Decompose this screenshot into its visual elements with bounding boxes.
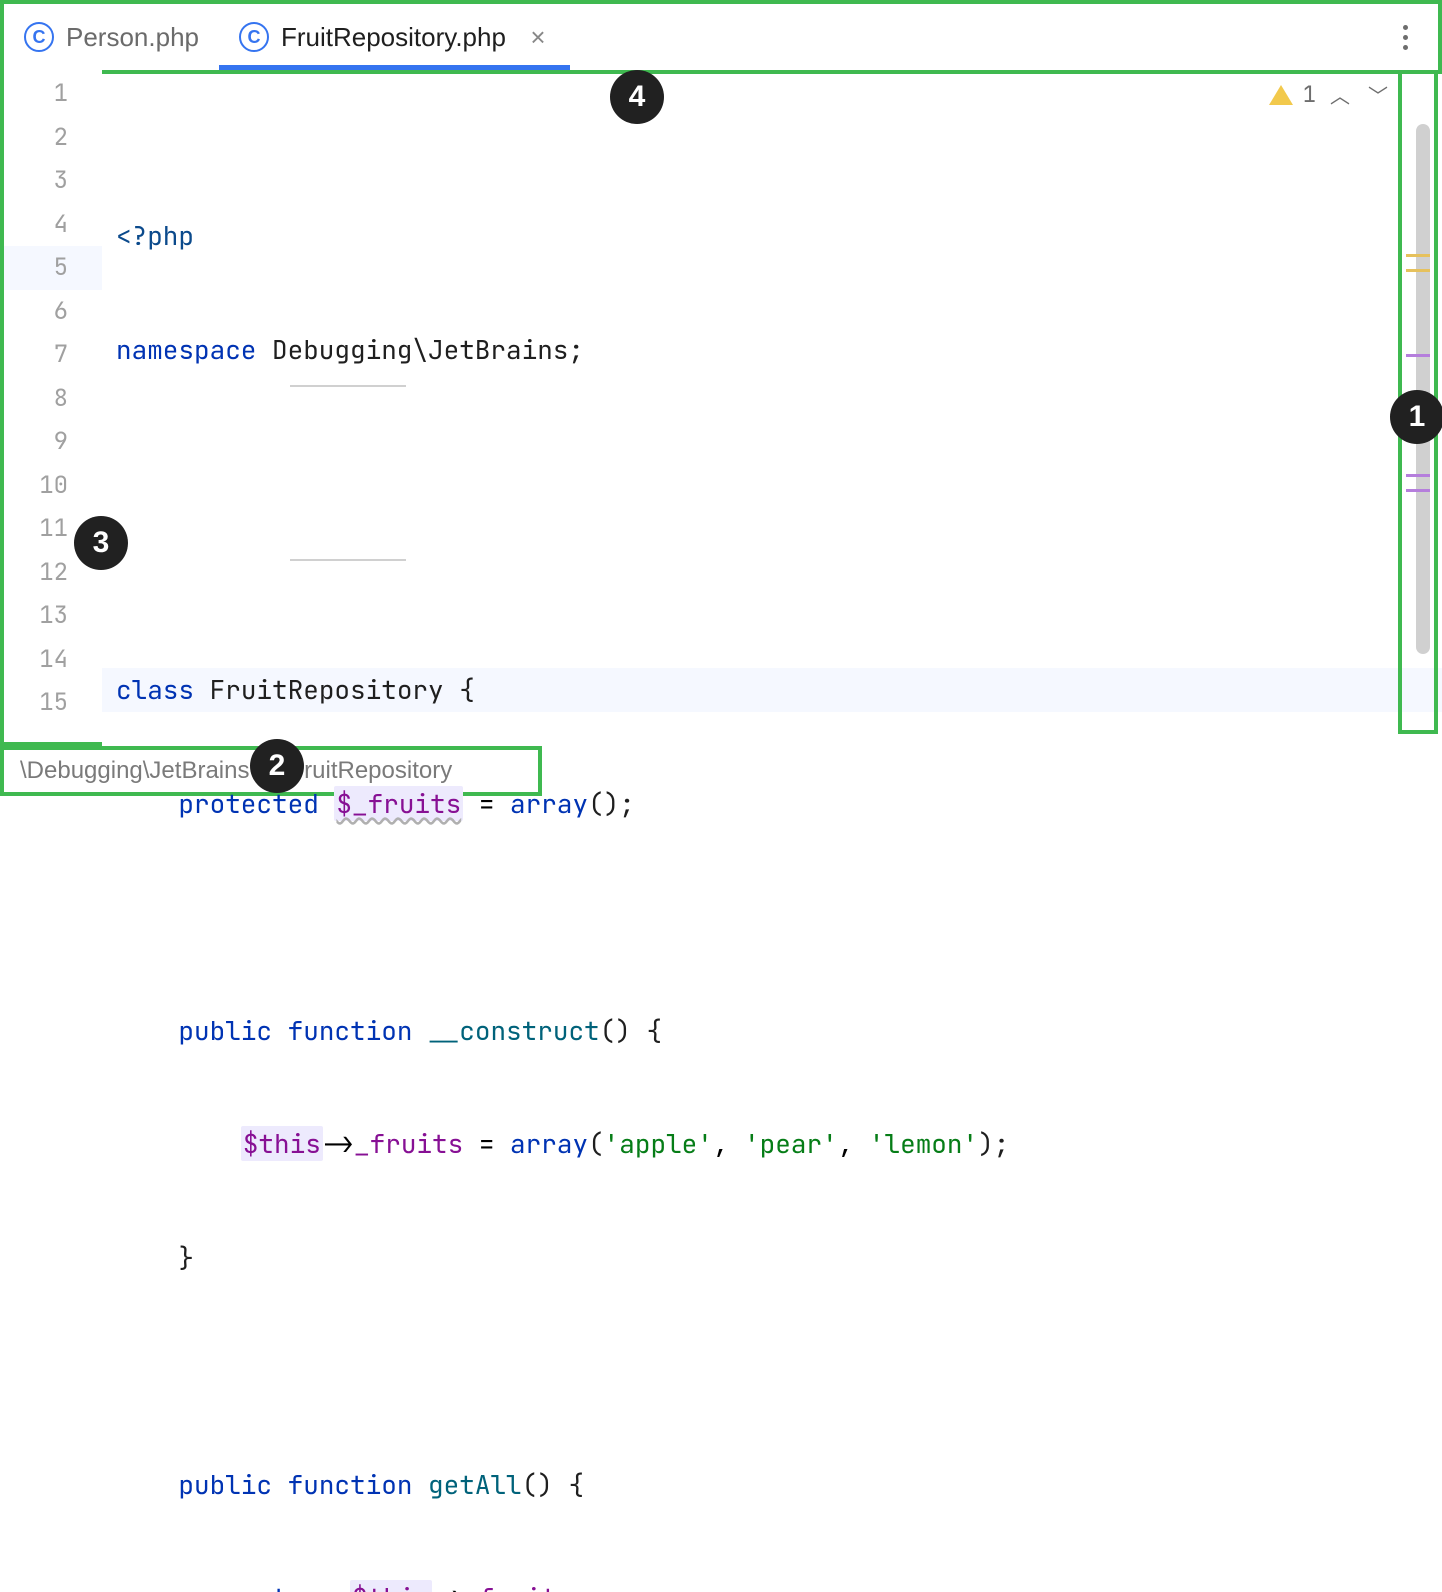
tab-fruitrepository[interactable]: C FruitRepository.php × [219, 4, 570, 70]
code-line[interactable] [102, 895, 1442, 939]
close-tab-icon[interactable]: × [526, 22, 550, 53]
code-line[interactable] [102, 1349, 1442, 1393]
line-number[interactable]: 9 [4, 420, 102, 464]
callout-badge-3: 3 [74, 516, 128, 570]
tab-person[interactable]: C Person.php [4, 4, 219, 70]
line-number[interactable]: 6 [4, 290, 102, 334]
code-line[interactable]: public function __construct() { [102, 1009, 1442, 1053]
line-number[interactable]: 3 [4, 159, 102, 203]
line-number[interactable]: 4 [4, 203, 102, 247]
line-number[interactable]: 2 [4, 116, 102, 160]
inspections-widget[interactable]: 1 ︿ ﹀ [1269, 78, 1392, 111]
editor-tab-bar: C Person.php C FruitRepository.php × [0, 0, 1442, 70]
code-line[interactable] [102, 555, 1442, 599]
method-separator [290, 559, 406, 561]
tab-label: FruitRepository.php [281, 22, 506, 53]
callout-badge-4: 4 [610, 70, 664, 124]
code-line[interactable]: protected $_fruits = array(); [102, 782, 1442, 826]
line-number[interactable]: 8 [4, 377, 102, 421]
callout-badge-1: 1 [1390, 390, 1442, 444]
editor: 1 2 3 4 5 6 7 8 9 10 11 12 13 14 15 1 ︿ … [0, 70, 1442, 746]
stripe-mark-warning[interactable] [1406, 269, 1430, 272]
code-line[interactable] [102, 441, 1442, 485]
scrollbar-thumb[interactable] [1416, 124, 1430, 654]
callout-badge-2: 2 [250, 739, 304, 793]
line-number[interactable]: 1 [4, 72, 102, 116]
php-class-icon: C [239, 22, 269, 52]
code-line[interactable]: public function getAll() { [102, 1463, 1442, 1507]
stripe-mark-hint[interactable] [1406, 354, 1430, 357]
code-line[interactable]: return $this->_fruits; [102, 1576, 1442, 1592]
code-line[interactable]: } [102, 1236, 1442, 1280]
code-line[interactable]: namespace Debugging\JetBrains; [102, 328, 1442, 372]
stripe-mark-hint[interactable] [1406, 489, 1430, 492]
code-editor[interactable]: 1 ︿ ﹀ <?php namespace Debugging\JetBrain… [102, 70, 1442, 746]
line-number[interactable]: 15 [4, 681, 102, 725]
php-class-icon: C [24, 22, 54, 52]
stripe-mark-warning[interactable] [1406, 254, 1430, 257]
code-line[interactable]: class FruitRepository { [102, 668, 1442, 712]
line-number[interactable]: 14 [4, 638, 102, 682]
tab-actions [1395, 17, 1438, 58]
line-number[interactable]: 5 [4, 246, 102, 290]
line-number[interactable]: 10 [4, 464, 102, 508]
line-number[interactable]: 13 [4, 594, 102, 638]
tab-label: Person.php [66, 22, 199, 53]
warning-count: 1 [1303, 80, 1316, 109]
gutter[interactable]: 1 2 3 4 5 6 7 8 9 10 11 12 13 14 15 [0, 70, 102, 746]
stripe-mark-hint[interactable] [1406, 474, 1430, 477]
method-separator [290, 385, 406, 387]
chevron-down-icon[interactable]: ﹀ [1364, 78, 1392, 111]
more-icon[interactable] [1395, 17, 1416, 58]
chevron-up-icon[interactable]: ︿ [1326, 78, 1354, 111]
code-line[interactable]: $this->_fruits = array('apple', 'pear', … [102, 1122, 1442, 1166]
line-number[interactable]: 7 [4, 333, 102, 377]
warning-icon [1269, 85, 1293, 105]
code-line[interactable]: <?php [102, 214, 1442, 258]
